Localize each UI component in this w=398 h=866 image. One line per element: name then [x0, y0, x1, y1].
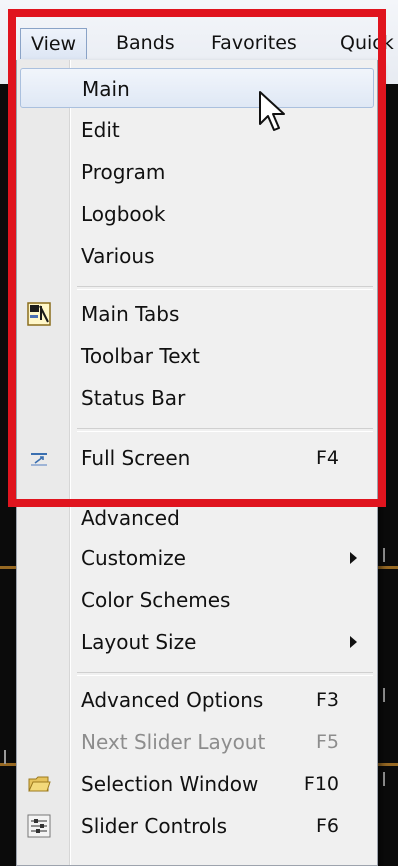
menu-item-color-schemes[interactable]: Color Schemes	[17, 580, 377, 620]
menu-item-customize[interactable]: Customize	[17, 538, 377, 578]
plot-line	[376, 763, 398, 766]
plot-line	[0, 566, 16, 569]
menu-item-shortcut: F3	[315, 689, 339, 711]
slider-controls-icon	[27, 814, 51, 838]
menu-item-slider-controls[interactable]: Slider Controls F6	[17, 806, 377, 846]
scale-tick	[383, 548, 385, 562]
plot-line	[376, 566, 398, 569]
menu-item-layout-size[interactable]: Layout Size	[17, 622, 377, 662]
submenu-arrow-icon	[350, 552, 357, 564]
menu-item-advanced-options[interactable]: Advanced Options F3	[17, 680, 377, 720]
menu-item-label: Advanced Options	[81, 688, 264, 712]
menu-item-label: Customize	[81, 546, 186, 570]
menu-item-label: Slider Controls	[81, 814, 228, 838]
menu-item-label: Layout Size	[81, 630, 197, 654]
menu-separator	[77, 672, 373, 676]
menu-item-next-slider-layout: Next Slider Layout F5	[17, 722, 377, 762]
mouse-cursor-icon	[259, 91, 285, 131]
plot-line	[0, 763, 16, 766]
highlight-box	[8, 9, 386, 507]
menu-item-shortcut: F6	[315, 815, 339, 837]
folder-icon	[27, 772, 51, 796]
submenu-arrow-icon	[350, 636, 357, 648]
menu-item-label: Next Slider Layout	[81, 730, 266, 754]
scale-tick	[383, 772, 385, 786]
scale-tick	[383, 688, 385, 702]
menu-item-selection-window[interactable]: Selection Window F10	[17, 764, 377, 804]
menu-item-label: Color Schemes	[81, 588, 231, 612]
menu-item-label: Selection Window	[81, 772, 259, 796]
scale-tick	[4, 750, 6, 764]
menu-item-shortcut: F10	[303, 773, 339, 795]
menu-item-shortcut: F5	[315, 731, 339, 753]
